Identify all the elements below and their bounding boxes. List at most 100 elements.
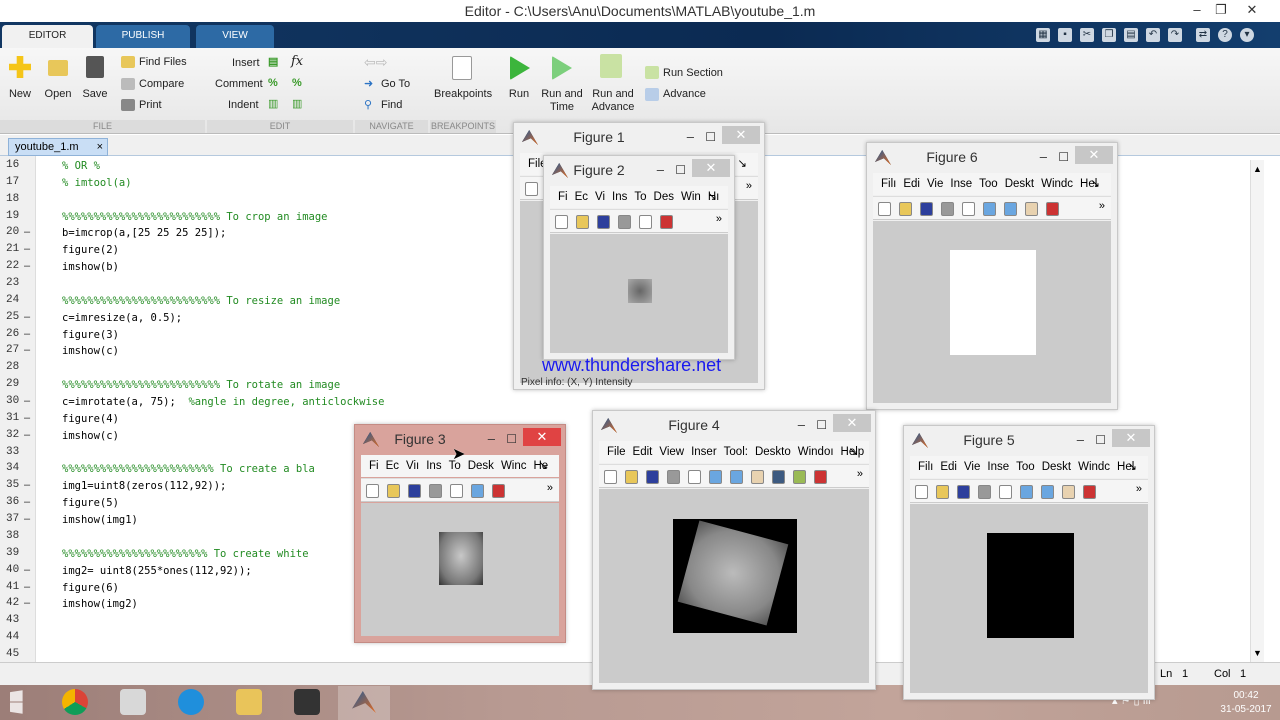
minimize-icon[interactable]: –: [1040, 143, 1047, 171]
run-section-button[interactable]: Run Section: [663, 67, 723, 80]
toolbar-overflow-icon[interactable]: »: [716, 213, 722, 225]
switch-window-icon[interactable]: ⇄: [1196, 28, 1210, 42]
tab-editor[interactable]: EDITOR: [2, 25, 93, 48]
maximize-icon[interactable]: ☐: [705, 123, 716, 151]
find-button[interactable]: Find: [381, 99, 402, 112]
toolbar-overflow-icon[interactable]: »: [746, 180, 752, 192]
figure-menu-item[interactable]: Viı: [406, 460, 419, 472]
app-blue-icon[interactable]: [178, 689, 204, 715]
save-button[interactable]: Save: [79, 88, 111, 101]
close-icon[interactable]: ✕: [1112, 429, 1150, 447]
figure-menu-item[interactable]: Tool:: [724, 446, 748, 458]
run-and-time-button[interactable]: Run and Time: [540, 88, 584, 114]
pointer-icon[interactable]: [450, 484, 463, 498]
minimize-icon[interactable]: –: [687, 123, 694, 151]
code-line[interactable]: imshow(b): [62, 261, 119, 273]
copy-icon[interactable]: ❐: [1102, 28, 1116, 42]
print-icon[interactable]: [941, 202, 954, 216]
close-icon[interactable]: ✕: [1075, 146, 1113, 164]
toolbar-overflow-icon[interactable]: »: [547, 482, 553, 494]
figure-title-bar[interactable]: Figure 4 – ☐ ✕: [593, 411, 875, 439]
figure-menu-item[interactable]: Too: [1016, 461, 1035, 473]
zoom-in-icon[interactable]: [983, 202, 996, 216]
redo-icon[interactable]: ↷: [1168, 28, 1182, 42]
figure-menu-item[interactable]: Windc: [1041, 178, 1073, 190]
breakpoint-marker[interactable]: –: [24, 328, 30, 340]
breakpoints-button[interactable]: Breakpoints: [434, 88, 492, 101]
save-icon[interactable]: [597, 215, 610, 229]
open-icon[interactable]: [936, 485, 949, 499]
new-icon[interactable]: [366, 484, 379, 498]
pan-icon[interactable]: [1062, 485, 1075, 499]
help-icon[interactable]: ?: [1218, 28, 1232, 42]
comment-percent-icon[interactable]: %: [268, 77, 278, 90]
close-icon[interactable]: ✕: [833, 414, 871, 432]
scroll-up-icon[interactable]: ▲: [1253, 164, 1262, 174]
pointer-icon[interactable]: [688, 470, 701, 484]
figure-menu-item[interactable]: Edit: [633, 446, 653, 458]
figure-menu-item[interactable]: Vie: [964, 461, 980, 473]
figure-menu-item[interactable]: Edi: [940, 461, 957, 473]
back-forward-icon[interactable]: ⇦⇨: [364, 55, 387, 69]
print-button[interactable]: Print: [139, 99, 162, 112]
code-line[interactable]: c=imrotate(a, 75); %angle in degree, ant…: [62, 396, 384, 408]
breakpoint-marker[interactable]: –: [24, 564, 30, 576]
menu-overflow-icon[interactable]: ↘: [737, 153, 747, 175]
datacursor-icon[interactable]: [793, 470, 806, 484]
smart-indent-icon[interactable]: ▥: [268, 98, 278, 111]
code-line[interactable]: % OR %: [62, 160, 100, 172]
open-icon[interactable]: [899, 202, 912, 216]
close-icon[interactable]: ✕: [692, 159, 730, 177]
comment-button[interactable]: Comment: [215, 78, 263, 91]
maximize-icon[interactable]: ☐: [1058, 143, 1069, 171]
zoom-in-icon[interactable]: [709, 470, 722, 484]
snipping-tool-icon[interactable]: [120, 689, 146, 715]
code-line[interactable]: figure(2): [62, 244, 119, 256]
undo-icon[interactable]: ↶: [1146, 28, 1160, 42]
minimize-icon[interactable]: –: [798, 411, 805, 439]
minimize-icon[interactable]: –: [1077, 426, 1084, 454]
figure-menu-item[interactable]: Fi: [369, 460, 379, 472]
figure-menu-item[interactable]: Inser: [691, 446, 717, 458]
uncomment-icon[interactable]: %: [292, 77, 302, 90]
close-tab-icon[interactable]: ×: [97, 139, 103, 155]
figure-menu-item[interactable]: Inse: [987, 461, 1009, 473]
options-icon[interactable]: ▾: [1240, 28, 1254, 42]
toolbar-overflow-icon[interactable]: »: [857, 468, 863, 480]
figure-window-5[interactable]: Figure 5– ☐ ✕ Filı Edi Vie Inse Too Deskt Windc H…: [903, 425, 1155, 700]
figure-menu-item[interactable]: Filı: [881, 178, 896, 190]
figure-menu-item[interactable]: Filı: [918, 461, 933, 473]
increase-indent-icon[interactable]: ▥: [292, 98, 302, 111]
matlab-taskbar-button[interactable]: [338, 686, 390, 720]
pan-icon[interactable]: [751, 470, 764, 484]
figure-menu-item[interactable]: Windoı: [798, 446, 834, 458]
figure-menu-item[interactable]: Deskto: [755, 446, 791, 458]
breakpoint-marker[interactable]: –: [24, 513, 30, 525]
close-icon[interactable]: ✕: [523, 428, 561, 446]
figure-menu-item[interactable]: File: [607, 446, 626, 458]
figure-window-2[interactable]: Figure 2– ☐ ✕ Fi Ec Vi Ins To Des Win Hı ↘ »: [543, 155, 735, 360]
open-button[interactable]: Open: [42, 88, 74, 101]
code-line[interactable]: figure(3): [62, 329, 119, 341]
figure-menu-item[interactable]: Des: [654, 191, 674, 203]
breakpoint-marker[interactable]: –: [24, 311, 30, 323]
save-icon[interactable]: [920, 202, 933, 216]
pointer-icon[interactable]: [962, 202, 975, 216]
new-icon[interactable]: [604, 470, 617, 484]
figure-window-4[interactable]: Figure 4 – ☐ ✕ File Edit View Inser Tool: Deskto…: [592, 410, 876, 690]
breakpoint-marker[interactable]: –: [24, 581, 30, 593]
zoom-out-icon[interactable]: [1004, 202, 1017, 216]
brush-icon[interactable]: [1046, 202, 1059, 216]
figure-menu-item[interactable]: Winc: [501, 460, 527, 472]
code-line[interactable]: imshow(c): [62, 430, 119, 442]
figure-menu-item[interactable]: Edi: [903, 178, 920, 190]
save-icon[interactable]: [957, 485, 970, 499]
code-line[interactable]: % imtool(a): [62, 177, 132, 189]
toolbar-overflow-icon[interactable]: »: [1136, 483, 1142, 495]
run-button[interactable]: Run: [504, 88, 534, 101]
code-line[interactable]: imshow(c): [62, 345, 119, 357]
pointer-icon[interactable]: [999, 485, 1012, 499]
brush-icon[interactable]: [1083, 485, 1096, 499]
pointer-icon[interactable]: [639, 215, 652, 229]
chrome-icon[interactable]: [62, 689, 88, 715]
